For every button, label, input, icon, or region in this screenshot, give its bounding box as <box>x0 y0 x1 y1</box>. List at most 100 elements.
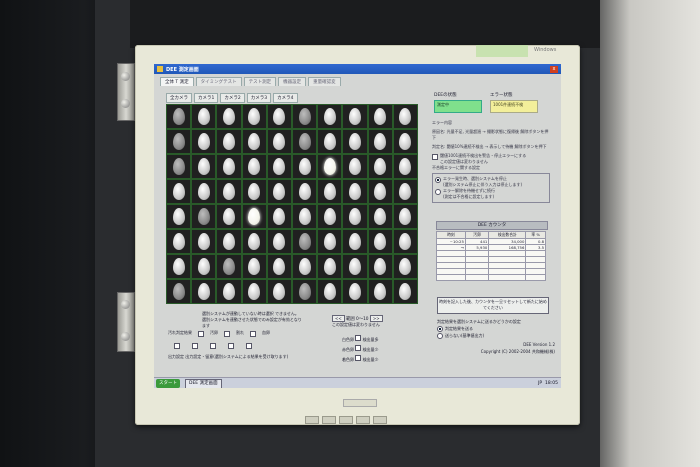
egg-cell <box>292 229 318 254</box>
taskbar-item[interactable]: DEE 測定画面 <box>185 378 222 388</box>
radio-stop[interactable] <box>435 177 441 183</box>
range-prev-button[interactable]: << <box>332 315 345 322</box>
col-header: 汚卵 <box>464 231 490 239</box>
egg-cell <box>367 229 393 254</box>
egg-cell <box>166 179 192 204</box>
checkbox[interactable] <box>355 335 362 341</box>
egg-cell <box>342 229 368 254</box>
checkbox[interactable] <box>174 343 180 349</box>
monitor-buttons <box>305 416 387 424</box>
opt-nosend-label: 送らない(基準値出力) <box>445 333 485 338</box>
col-header: 率 % <box>525 231 546 239</box>
option-nosend[interactable]: 送らない(基準値出力) <box>437 332 555 339</box>
egg-cell <box>317 104 343 129</box>
radio-send[interactable] <box>437 326 443 332</box>
checkbox[interactable] <box>250 331 256 337</box>
egg-image <box>348 133 361 150</box>
tab-device-settings[interactable]: 機器設定 <box>278 77 307 86</box>
egg-image <box>273 233 286 250</box>
language-indicator[interactable]: JP <box>538 381 542 386</box>
egg-image <box>399 183 412 200</box>
counter-reset-button[interactable]: 時刻を記入した後、カウンタを一旦リセットして新たに始めてください <box>437 297 549 314</box>
checkbox[interactable] <box>198 331 204 337</box>
checkbox[interactable] <box>210 343 216 349</box>
egg-cell <box>191 279 217 304</box>
egg-cell <box>392 104 418 129</box>
egg-image <box>399 233 412 250</box>
egg-image <box>197 233 210 250</box>
egg-cell <box>317 129 343 154</box>
note-judgement: 判定名: 閾値10%連続不検出 → 表示して待機 解除ボタンを押下 <box>432 144 547 149</box>
egg-image <box>222 183 235 200</box>
dee-counter-title: DEE カウンタ <box>436 221 548 230</box>
tab-camera-3[interactable]: カメラ3 <box>246 93 272 103</box>
tab-weight-check[interactable]: 重量確認変 <box>308 77 341 86</box>
egg-cell <box>392 229 418 254</box>
egg-image <box>298 208 311 225</box>
egg-cell <box>342 154 368 179</box>
opt-continue-label: エラー解除を待機せずに続行 <box>443 188 495 193</box>
range-sub: この設定値は変わりません <box>332 322 380 327</box>
checkbox[interactable] <box>246 343 252 349</box>
dee-counter-table: 時刻 汚卵 検出数合計 率 % ~10:25 441 34,000 0.8 → … <box>436 231 546 281</box>
screw <box>121 332 130 341</box>
egg-image <box>197 208 210 225</box>
checkbox[interactable] <box>355 345 362 351</box>
tab-timing-test[interactable]: タイミングテスト <box>195 77 242 86</box>
monitor-button[interactable] <box>305 416 319 424</box>
tab-camera-2[interactable]: カメラ2 <box>220 93 245 103</box>
egg-cell <box>266 204 292 229</box>
option-stop[interactable]: エラー発生時、選別システムを停止 (選別システム停止に伴う入力は停止します) <box>435 176 547 188</box>
tab-camera-1[interactable]: カメラ1 <box>194 93 219 103</box>
egg-image <box>248 233 261 250</box>
monitor-button[interactable] <box>373 416 387 424</box>
egg-color-rows: 白色卵 検出量多 赤色卵 検出量少 着色卵 検出量少 <box>342 334 379 364</box>
checkbox[interactable] <box>228 343 234 349</box>
checkbox[interactable] <box>432 154 438 160</box>
egg-cell <box>191 104 217 129</box>
egg-cell <box>191 129 217 154</box>
egg-image <box>172 158 185 175</box>
start-button[interactable]: スタート <box>156 379 180 388</box>
option-send[interactable]: 判定結果を送る <box>437 325 555 332</box>
app-icon <box>157 66 163 72</box>
egg-image <box>222 233 235 250</box>
taskbar: スタート DEE 測定画面 JP 18:05 <box>154 377 561 388</box>
egg-image <box>273 258 286 275</box>
egg-cell <box>342 279 368 304</box>
monitor-button[interactable] <box>356 416 370 424</box>
option-consecutive-error[interactable]: 閾値1001連続不検出を警告・停止エラーにする この設定値は変わりません <box>432 153 550 165</box>
tab-test-measure[interactable]: テスト測定 <box>243 77 277 86</box>
dee-status-group: DEEの状態 測定中 <box>434 92 482 113</box>
system-tray: JP 18:05 <box>538 381 558 386</box>
copyright-text: Copyright (C) 2002-2004 共和機械(株) <box>480 349 555 354</box>
error-notes: エラー内容 原因名: 光量不足, 光量超過 → 撮影状態に復帰後 解除ボタンを押… <box>432 120 550 206</box>
egg-image <box>222 258 235 275</box>
close-button[interactable]: x <box>550 65 558 73</box>
cell <box>525 274 546 281</box>
radio-continue[interactable] <box>435 189 441 195</box>
egg-cell <box>392 129 418 154</box>
screw <box>121 99 130 108</box>
checkbox[interactable] <box>224 331 230 337</box>
egg-cell <box>216 254 242 279</box>
egg-image <box>222 208 235 225</box>
range-next-button[interactable]: >> <box>369 315 383 322</box>
checkbox[interactable] <box>192 343 198 349</box>
cell <box>436 274 466 281</box>
option-continue[interactable]: エラー解除を待機せずに続行 (測定は不合格に設定します) <box>435 188 547 200</box>
egg-cell <box>166 154 192 179</box>
egg-image <box>399 108 412 125</box>
tab-measure[interactable]: 全体 T 測定 <box>160 77 194 86</box>
egg-image <box>197 158 210 175</box>
monitor-button[interactable] <box>339 416 353 424</box>
egg-cell <box>216 129 242 154</box>
col-label: 割れ <box>236 330 244 335</box>
checkbox[interactable] <box>355 355 362 361</box>
clock: 18:05 <box>545 381 558 386</box>
radio-nosend[interactable] <box>437 333 443 339</box>
tab-camera-4[interactable]: カメラ4 <box>273 93 298 103</box>
tab-all-cameras[interactable]: 全カメラ <box>166 93 192 103</box>
egg-cell <box>317 279 343 304</box>
monitor-button[interactable] <box>322 416 336 424</box>
